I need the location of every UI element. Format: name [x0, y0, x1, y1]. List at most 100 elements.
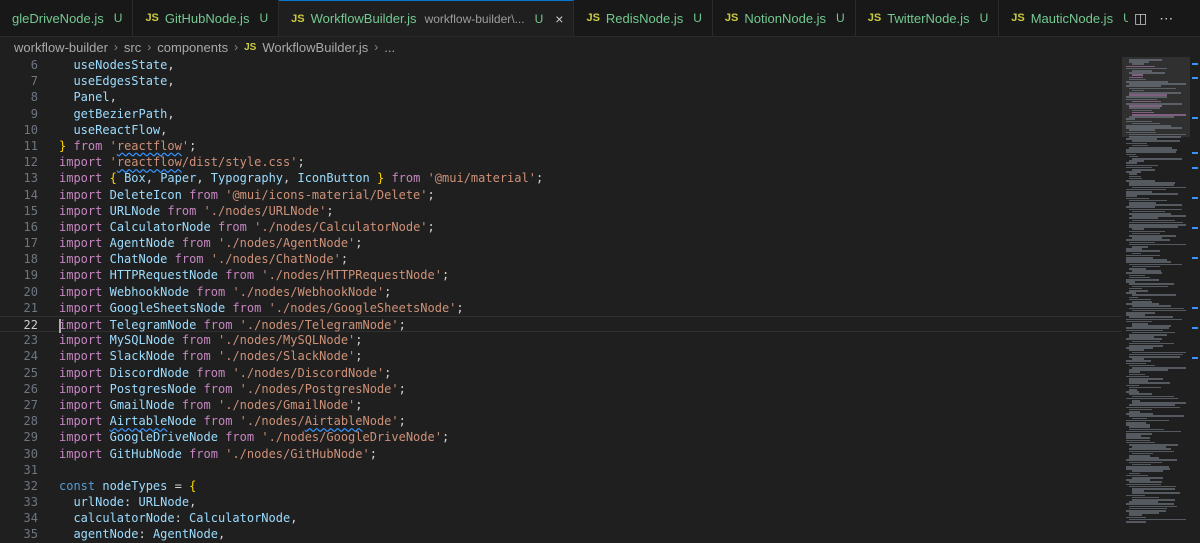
js-file-icon: JS: [867, 12, 882, 24]
code-line[interactable]: 16 import CalculatorNode from './nodes/Ca…: [0, 219, 1122, 235]
code-token: Typography: [210, 171, 284, 186]
code-token: from: [181, 333, 211, 348]
code-token: ,: [189, 495, 197, 510]
code-token: from: [181, 349, 211, 364]
code-line[interactable]: 20 import WebhookNode from './nodes/Webho…: [0, 284, 1122, 300]
line-number: 26: [23, 381, 38, 396]
tab-bar-actions: ◫ ⋯: [1128, 0, 1200, 36]
code-token: ;: [384, 365, 392, 380]
code-token: Airtable: [109, 414, 168, 429]
split-editor-icon[interactable]: ◫: [1134, 10, 1147, 27]
code-line[interactable]: 32 const nodeTypes = {: [0, 478, 1122, 494]
breadcrumb-folder-src[interactable]: src: [124, 40, 141, 55]
code-text: const nodeTypes = {: [59, 478, 196, 494]
line-number: 20: [23, 284, 38, 299]
minimap[interactable]: [1122, 57, 1190, 527]
code-line[interactable]: 15 import URLNode from './nodes/URLNode';: [0, 203, 1122, 219]
code-line[interactable]: 11} from 'reactflow';: [0, 138, 1122, 154]
code-token: PostgresNode: [109, 381, 197, 396]
code-line[interactable]: 9 getBezierPath,: [0, 106, 1122, 122]
tab-4[interactable]: JS NotionNode.js U: [712, 0, 856, 36]
code-line[interactable]: 6 useNodesState,: [0, 57, 1122, 73]
tab-6[interactable]: JSMauticNode.jsU: [999, 0, 1143, 36]
breadcrumb: workflow-builder › src › components › JS…: [0, 37, 1200, 57]
code-line[interactable]: 29 import GoogleDriveNode from './nodes/G…: [0, 429, 1122, 445]
code-line[interactable]: 34 calculatorNode: CalculatorNode,: [0, 510, 1122, 526]
code-line[interactable]: 13 import { Box, Paper, Typography, IconB…: [0, 170, 1122, 186]
code-text: useEdgesState,: [59, 73, 174, 89]
tab-label: WorkflowBuilder.js: [310, 11, 417, 26]
vertical-scrollbar[interactable]: [1190, 57, 1200, 527]
code-line[interactable]: 25 import DiscordNode from './nodes/Disco…: [0, 365, 1122, 381]
code-line[interactable]: 23 import MySQLNode from './nodes/MySQLNo…: [0, 332, 1122, 348]
code-line[interactable]: 18 import ChatNode from './nodes/ChatNode…: [0, 251, 1122, 267]
tab-2[interactable]: JS WorkflowBuilder.js workflow-builder\...…: [279, 0, 575, 36]
code-token: calculatorNode: [59, 511, 175, 526]
code-line[interactable]: 10 useReactFlow,: [0, 122, 1122, 138]
tab-1[interactable]: JS GitHubNode.js U: [133, 0, 280, 36]
code-token: getBezierPath: [59, 106, 168, 121]
code-line[interactable]: 14 import DeleteIcon from '@mui/icons-mat…: [0, 187, 1122, 203]
scrollbar-marker: [1192, 152, 1198, 154]
code-token: ;: [398, 414, 406, 429]
code-token: ': [109, 155, 117, 170]
line-number: 27: [23, 397, 38, 412]
code-line[interactable]: 17 import AgentNode from './nodes/AgentNo…: [0, 235, 1122, 251]
close-icon[interactable]: ×: [555, 11, 563, 27]
code-token: URLNode: [138, 495, 190, 510]
code-line[interactable]: 30 import GitHubNode from './nodes/GitHub…: [0, 446, 1122, 462]
code-token: IconButton: [297, 171, 370, 186]
code-token: AgentNode: [109, 236, 175, 251]
code-token: AgentNode: [152, 527, 218, 542]
tab-0[interactable]: gleDriveNode.js U: [0, 0, 134, 36]
code-line[interactable]: 35 agentNode: AgentNode,: [0, 526, 1122, 542]
line-number: 34: [23, 511, 38, 526]
code-line[interactable]: 31: [0, 462, 1122, 478]
code-token: './nodes/ChatNode': [210, 252, 341, 267]
line-number: 18: [23, 252, 38, 267]
code-line[interactable]: 33 urlNode: URLNode,: [0, 494, 1122, 510]
code-line[interactable]: 24 import SlackNode from './nodes/SlackNo…: [0, 348, 1122, 364]
more-actions-icon[interactable]: ⋯: [1159, 10, 1173, 27]
code-line[interactable]: 26 import PostgresNode from './nodes/Post…: [0, 381, 1122, 397]
tab-5[interactable]: JS TwitterNode.js U: [855, 0, 1000, 36]
code-line[interactable]: 21 import GoogleSheetsNode from './nodes/…: [0, 300, 1122, 316]
code-text: useReactFlow,: [59, 122, 167, 138]
code-line[interactable]: 28 import AirtableNode from './nodes/Airt…: [0, 413, 1122, 429]
code-line[interactable]: 22 import TelegramNode from './nodes/Tele…: [0, 316, 1122, 333]
code-token: from: [196, 365, 226, 380]
code-editor[interactable]: 6 useNodesState, 7 useEdgesState, 8 Panel,…: [0, 57, 1122, 541]
code-token: './nodes/HTTPRequestNode': [261, 268, 442, 283]
code-token: Node: [167, 414, 197, 429]
code-token: reactflow: [116, 138, 182, 153]
code-line[interactable]: 27 import GmailNode from './nodes/GmailNo…: [0, 397, 1122, 413]
code-line[interactable]: 8 Panel,: [0, 89, 1122, 105]
tab-3[interactable]: JS RedisNode.js U: [574, 0, 713, 36]
line-number: 28: [23, 414, 38, 429]
code-token: useReactFlow: [59, 122, 161, 137]
code-line[interactable]: 7 useEdgesState,: [0, 73, 1122, 89]
line-number: 14: [23, 187, 38, 202]
code-token: import: [59, 381, 103, 396]
code-line[interactable]: 19 import HTTPRequestNode from './nodes/H…: [0, 267, 1122, 283]
code-token: './nodes/GitHubNode': [225, 446, 370, 461]
breadcrumb-symbols[interactable]: ...: [384, 40, 395, 55]
breadcrumb-file[interactable]: WorkflowBuilder.js: [262, 40, 368, 55]
breadcrumb-folder-components[interactable]: components: [157, 40, 228, 55]
breadcrumb-folder-workflow-builder[interactable]: workflow-builder: [14, 40, 108, 55]
code-token: WebhookNode: [109, 284, 190, 299]
code-token: ;: [355, 333, 363, 348]
code-line[interactable]: 12 import 'reactflow/dist/style.css';: [0, 154, 1122, 170]
code-token: ,: [217, 527, 226, 542]
